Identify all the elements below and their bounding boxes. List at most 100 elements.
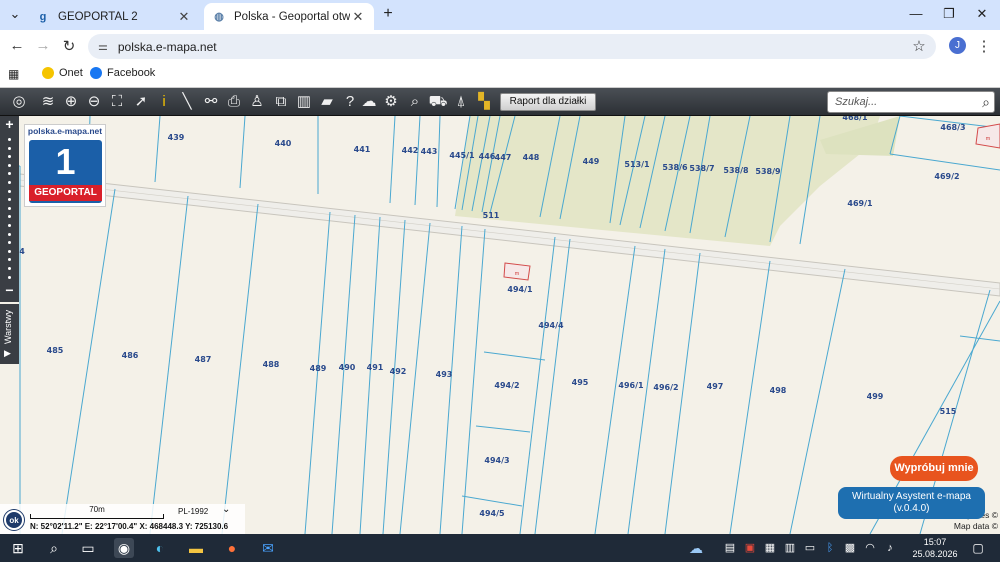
chrome-taskbar-icon[interactable]: ◉	[114, 538, 134, 558]
notifications-icon[interactable]: ▢	[968, 538, 988, 558]
tray-app-icon[interactable]: ▦	[760, 538, 780, 558]
zoom-level-dot[interactable]	[8, 172, 11, 176]
profile-avatar[interactable]: J	[949, 37, 966, 54]
bookmark-facebook[interactable]: Facebook	[90, 67, 155, 79]
try-me-button[interactable]: Wypróbuj mnie	[890, 456, 978, 481]
parcel-boundary	[534, 238, 571, 534]
parcel-boundary	[149, 195, 189, 534]
zoom-out-button[interactable]: −	[2, 282, 17, 298]
browser-menu-icon[interactable]: ⋮	[975, 37, 993, 55]
site-info-icon[interactable]: ⚌	[98, 40, 108, 53]
scale-bar	[30, 514, 164, 519]
globe-map-icon[interactable]: ◎	[4, 91, 34, 113]
search-icon[interactable]: ⌕	[982, 92, 990, 112]
zoom-level-dot[interactable]	[8, 241, 11, 245]
export-icon[interactable]: ⧉	[271, 91, 291, 113]
tray-app-icon[interactable]: ▩	[840, 538, 860, 558]
file-explorer-icon[interactable]: ▬	[186, 538, 206, 558]
bookmark-star-icon[interactable]: ☆	[910, 37, 928, 55]
close-tab-icon[interactable]: ✕	[350, 9, 366, 25]
street-view-icon[interactable]: ♙	[247, 91, 267, 113]
virtual-assistant-button[interactable]: Wirtualny Asystent e-mapa (v.0.4.0)	[838, 487, 985, 519]
bluetooth-icon[interactable]: ᛒ	[820, 538, 840, 558]
zoom-in-button[interactable]: +	[2, 116, 17, 132]
firefox-icon[interactable]: ●	[222, 538, 242, 558]
weather-icon[interactable]: ☁	[686, 538, 706, 558]
crs-dropdown-icon[interactable]: ⌄	[222, 504, 230, 515]
minimize-icon[interactable]: —	[906, 6, 926, 21]
bookmark-onet[interactable]: Onet	[42, 67, 83, 79]
measure-icon[interactable]: ╲	[177, 91, 197, 113]
parcel-label: 538/8	[723, 166, 749, 175]
tab-geoportal-2[interactable]: g GEOPORTAL 2 ✕	[28, 3, 200, 30]
upload-cloud-icon[interactable]: ☁	[359, 91, 379, 113]
tab-polska-geoportal[interactable]: ◍ Polska - Geoportal otwartych d ✕	[204, 3, 374, 30]
apps-grid-icon[interactable]: ▦	[8, 67, 19, 81]
url-field[interactable]: ⚌ polska.e-mapa.net	[88, 34, 936, 59]
volume-icon[interactable]: ♪	[880, 538, 900, 558]
zoom-level-dot[interactable]	[8, 146, 11, 150]
print-icon[interactable]: ⎙	[224, 91, 244, 113]
zoom-level-dot[interactable]	[8, 138, 11, 141]
reload-icon[interactable]: ↻	[60, 37, 78, 55]
zoom-level-dot[interactable]	[8, 215, 11, 219]
comment-icon[interactable]: ▰	[317, 91, 337, 113]
task-view-icon[interactable]: ▭	[78, 538, 98, 558]
forward-icon[interactable]: →	[34, 37, 52, 54]
system-clock[interactable]: 15:07 25.08.2026	[910, 536, 960, 560]
zoom-level-dot[interactable]	[8, 232, 11, 236]
raport-dla-dzialki-button[interactable]: Raport dla działki	[500, 93, 596, 111]
zoom-level-dot[interactable]	[8, 155, 11, 159]
zoom-level-dot[interactable]	[8, 163, 11, 167]
settings-icon[interactable]: ⚙	[381, 91, 401, 113]
logo-brand: GEOPORTAL	[29, 185, 102, 201]
geoportal-logo[interactable]: polska.e-mapa.net 1 GEOPORTAL	[24, 124, 106, 207]
new-tab-icon[interactable]: +	[378, 5, 398, 23]
zoom-level-dot[interactable]	[8, 224, 11, 227]
bookmarks-bar: ▦ Onet Facebook	[0, 62, 1000, 88]
zoom-level-dot[interactable]	[8, 258, 11, 262]
search-map-icon[interactable]: ⌕	[405, 91, 425, 113]
help-icon[interactable]: ?	[340, 91, 360, 113]
zoom-level-dot[interactable]	[8, 206, 11, 210]
battery-icon[interactable]: ▭	[800, 538, 820, 558]
restore-icon[interactable]: ❐	[939, 6, 959, 22]
wifi-icon[interactable]: ◠	[860, 538, 880, 558]
search-icon[interactable]: ⌕	[44, 538, 64, 558]
link-icon[interactable]: ⚯	[201, 91, 221, 113]
map-search-input[interactable]: Szukaj... ⌕	[827, 91, 995, 113]
pointer-icon[interactable]: ➚	[131, 91, 151, 113]
zoom-level-dot[interactable]	[8, 275, 11, 279]
road-icon[interactable]: ⍋	[451, 91, 471, 113]
info-icon[interactable]: i	[154, 91, 174, 113]
cart-icon[interactable]: ⛟	[428, 91, 448, 113]
cadastral-map[interactable]: m m 439 440 441 442 443 445/1 446 447 448 449 513/…	[0, 116, 1000, 534]
url-text: polska.e-mapa.net	[117, 39, 217, 54]
zoom-extent-icon[interactable]: ⛶	[107, 91, 127, 113]
map-view[interactable]: m m 439 440 441 442 443 445/1 446 447 448 449 513/…	[0, 116, 1000, 534]
ok-button[interactable]: ok	[4, 510, 24, 530]
tray-app-icon[interactable]: ▣	[740, 538, 760, 558]
layers-panel-toggle[interactable]: Warstwy ▶	[0, 304, 19, 364]
tray-icons[interactable]: ▤	[720, 538, 740, 558]
layers-icon[interactable]: ≋	[38, 91, 58, 113]
edge-icon[interactable]: ◐	[150, 538, 170, 558]
start-windows-icon[interactable]: ⊞	[8, 538, 28, 558]
close-tab-icon[interactable]: ✕	[176, 9, 192, 25]
zoom-level-dot[interactable]	[8, 267, 11, 270]
panel-layout-icon[interactable]: ▥	[294, 91, 314, 113]
zoom-in-icon[interactable]: ⊕	[61, 91, 81, 113]
logo-badge: 1 GEOPORTAL	[29, 140, 102, 203]
zoom-out-icon[interactable]: ⊖	[84, 91, 104, 113]
zoom-level-dot[interactable]	[8, 181, 11, 184]
mail-icon[interactable]: ✉	[258, 538, 278, 558]
zoom-slider[interactable]: + −	[0, 116, 19, 302]
zoom-level-dot[interactable]	[8, 249, 11, 253]
apps-colored-icon[interactable]: ▚	[474, 91, 494, 113]
back-icon[interactable]: ←	[8, 37, 26, 54]
close-window-icon[interactable]: ✕	[972, 6, 992, 22]
tray-app-icon[interactable]: ▥	[780, 538, 800, 558]
zoom-level-dot[interactable]	[8, 189, 11, 193]
zoom-level-dot[interactable]	[8, 198, 11, 202]
tab-search-icon[interactable]: ⌄	[5, 6, 25, 22]
